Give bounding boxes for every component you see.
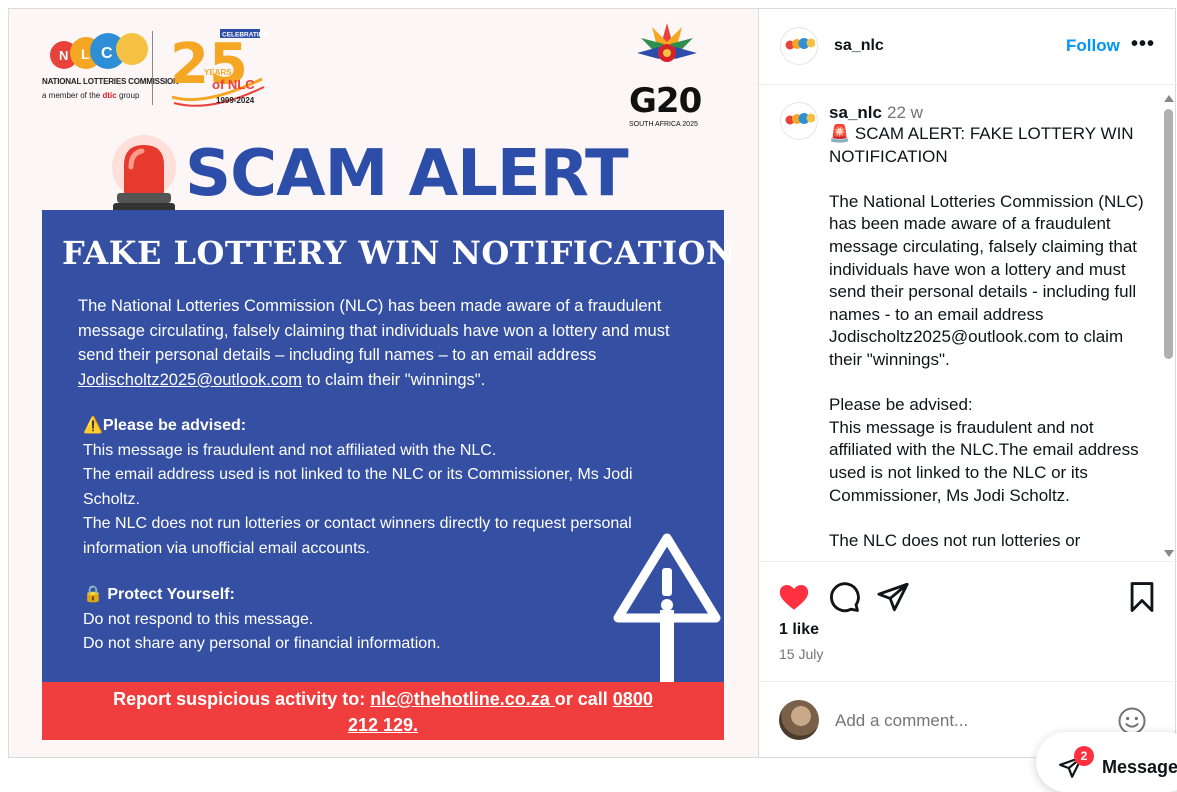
g20-subtitle: SOUTH AFRICA 2025 [629,121,698,128]
like-count[interactable]: 1 like [779,621,819,639]
notice-heading: FAKE LOTTERY WIN NOTIFICATION [62,234,736,272]
comment-input[interactable] [835,711,1085,731]
logo-divider [152,31,153,105]
scroll-down-arrow-icon[interactable] [1164,550,1174,557]
protect-section: 🔒 Protect Yourself: Do not respond to th… [83,583,643,657]
notice-intro-email: Jodischoltz2025@outlook.com [78,370,303,389]
nlc-name: NATIONAL LOTTERIES COMMISSION [42,77,179,86]
report-phone-a: 0800 [612,689,653,709]
siren-icon [112,135,176,213]
protect-heading: 🔒 Protect Yourself: [83,586,235,603]
advised-heading: ⚠️Please be advised: [83,417,247,434]
anniversary-of-nlc: of NLC [212,77,255,92]
notice-intro-text: The National Lotteries Commission (NLC) … [78,297,670,364]
report-middle: or call [554,689,613,709]
notice-panel: FAKE LOTTERY WIN NOTIFICATION The Nation… [42,210,735,682]
advised-line: The email address used is not linked to … [83,466,633,508]
anniversary-range: 1999-2024 [216,96,255,105]
notice-intro-end: to claim their "winnings". [302,370,486,389]
nlc-member-line: a member of the dtic group [42,91,139,100]
messages-label: Messages [1102,757,1177,777]
report-prefix: Report suspicious activity to: [113,689,371,709]
protect-line: Do not share any personal or financial i… [83,635,441,652]
advised-section: ⚠️Please be advised: This message is fra… [83,414,643,561]
author-avatar[interactable] [780,27,818,65]
anniversary-years: YEARS [204,68,232,77]
nlc-member-org: dtic [102,91,117,100]
report-banner: Report suspicious activity to: nlc@theho… [42,682,724,740]
post-dialog: N L C NATIONAL LOTTERIES COMMISSION a me… [8,8,1177,758]
g20-flower-icon [637,23,697,62]
post-sidebar: sa_nlc Follow ••• sa_nlc 22 w 🚨 SCAM ALE… [758,9,1177,757]
report-phone-b: 212 129. [347,715,419,735]
share-icon[interactable] [876,580,910,614]
caption-timestamp[interactable]: 22 w [887,103,923,123]
viewer-avatar [779,700,819,740]
messages-badge: 2 [1074,746,1094,766]
report-email: nlc@thehotline.co.za [370,689,555,709]
scroll-thumb[interactable] [1164,109,1173,359]
follow-button[interactable]: Follow [1066,36,1120,56]
warning-sign-icon [613,533,721,682]
post-date[interactable]: 15 July [779,646,823,662]
nlc-logo-circles: N L C [50,33,148,69]
heart-icon[interactable] [777,580,811,614]
nlc-member-suffix: group [116,91,140,100]
nlc-logo: N L C NATIONAL LOTTERIES COMMISSION a me… [42,29,179,109]
nlc-letter-l: L [81,46,90,62]
caption-username[interactable]: sa_nlc [829,103,882,123]
notice-intro: The National Lotteries Commission (NLC) … [78,294,678,392]
nlc-letter-c: C [101,45,113,62]
nlc-avatar-logo [785,113,815,125]
advised-line: This message is fraudulent and not affil… [83,441,497,459]
advised-line: The NLC does not run lotteries or contac… [83,515,632,557]
comment-icon[interactable] [827,580,861,614]
g20-logo: G20 SOUTH AFRICA 2025 [621,19,713,131]
action-bar [759,561,1177,621]
nlc-member-prefix: a member of the [42,91,103,100]
scam-alert-title: SCAM ALERT [185,137,629,211]
caption-scroll-area[interactable]: sa_nlc 22 w 🚨 SCAM ALERT: FAKE LOTTERY W… [759,86,1177,560]
g20-title: G20 [629,81,702,121]
caption-text: 🚨 SCAM ALERT: FAKE LOTTERY WIN NOTIFICAT… [829,124,1144,550]
bookmark-icon[interactable] [1125,580,1159,614]
caption-avatar[interactable] [780,102,818,140]
post-header: sa_nlc Follow ••• [759,9,1177,85]
messages-button[interactable]: 2 Messages [1036,732,1177,792]
nlc-avatar-logo [785,38,815,50]
nlc-letter-n: N [59,48,68,63]
author-username[interactable]: sa_nlc [834,37,884,55]
post-image: N L C NATIONAL LOTTERIES COMMISSION a me… [9,9,758,757]
protect-line: Do not respond to this message. [83,610,314,628]
scroll-up-arrow-icon[interactable] [1164,95,1174,102]
more-options-icon[interactable]: ••• [1131,33,1155,56]
anniversary-logo: CELEBRATING 25 YEARS of NLC 1999-2024 [170,29,268,107]
caption-scrollbar[interactable] [1160,91,1176,563]
